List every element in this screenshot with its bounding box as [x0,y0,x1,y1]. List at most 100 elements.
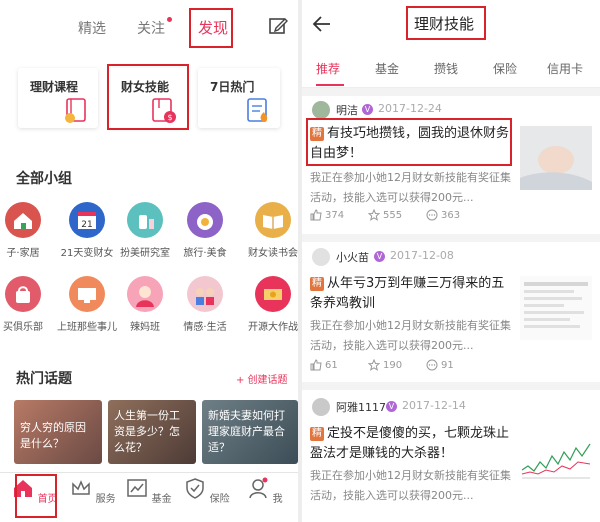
topic-card[interactable]: 人生第一份工资是多少？怎么花？ [108,400,196,464]
username[interactable]: 阿雅1117 [336,399,386,415]
username[interactable]: 明洁 [336,102,358,118]
shopping-bag-icon [5,276,41,312]
post-thumbnail[interactable] [520,276,592,340]
person-icon [249,477,268,499]
highlight-box [189,8,233,48]
post-desc: 我正在参加小她12月财女新技能有奖征集活动，技能入选可以获得200元... [310,171,511,204]
avatar[interactable] [312,101,330,119]
nav-insurance[interactable]: 保险 [182,477,232,505]
post-title[interactable]: 精定投不是傻傻的买，七颗龙珠止盈法才是赚钱的大杀器！ [310,424,510,464]
new-dot [167,17,172,22]
chart-icon [127,479,148,497]
nav-label: 保险 [209,494,230,505]
topic-text: 穷人穷的原因是什么？ [20,421,86,450]
create-topic-link[interactable]: + 创建话题 [236,371,288,386]
mom-icon [127,276,163,312]
nav-fund[interactable]: 基金 [124,477,174,505]
group-item[interactable]: 情感·生活 [170,276,240,333]
comment-count[interactable]: 363 [426,209,460,221]
group-item[interactable]: 买俱乐部 [0,276,58,333]
verified-icon: V [362,104,373,115]
group-name: 旅行·美食 [183,248,227,259]
top-tabs: 精选 关注 发现 [0,0,298,56]
favorite-count[interactable]: 555 [367,208,402,221]
thumb-up-icon [310,359,322,371]
username[interactable]: 小火苗 [336,249,369,265]
tab-following[interactable]: 关注 [137,18,165,38]
featured-badge: 精 [310,427,324,441]
svg-text:21: 21 [81,220,92,230]
tab-insurance[interactable]: 保险 [493,60,517,77]
header: 理财技能 [302,0,600,50]
calendar-icon: 21 [69,202,105,238]
groups-title: 全部小组 [16,171,72,187]
group-item[interactable]: 财女读书会 [238,202,298,259]
post-card[interactable]: 阿雅1117 V 2017-12-14 精定投不是傻傻的买，七颗龙珠止盈法才是赚… [302,392,600,522]
separator [302,382,600,390]
separator [302,88,600,96]
comment-count[interactable]: 91 [426,359,454,371]
group-name: 情感·生活 [183,322,227,333]
nav-service[interactable]: 服务 [68,477,118,505]
separator [302,234,600,242]
post-card[interactable]: 明洁 V 2017-12-24 精有技巧地攒钱，圆我的退休财务自由梦！ 我正在参… [302,96,600,234]
post-date: 2017-12-08 [390,249,454,262]
food-icon [187,202,223,238]
avatar[interactable] [312,398,330,416]
post-date: 2017-12-14 [402,399,466,412]
group-item[interactable]: 子·家居 [0,202,58,259]
book-icon [255,202,291,238]
post-title-text: 从年亏3万到年赚三万得来的五条养鸡教训 [310,276,505,311]
post-title[interactable]: 精从年亏3万到年赚三万得来的五条养鸡教训 [310,274,510,314]
nav-label: 服务 [95,494,116,505]
tab-fund[interactable]: 基金 [375,60,399,77]
nav-label: 基金 [151,494,172,505]
group-item[interactable]: 开源大作战 [238,276,298,333]
hot-list-icon [247,98,268,122]
star-icon [367,358,381,371]
like-count[interactable]: 374 [310,209,344,221]
post-date: 2017-12-24 [378,102,442,115]
nav-me[interactable]: 我 [240,477,290,505]
group-name: 财女读书会 [248,248,298,259]
thumb-up-icon [310,209,322,221]
topic-text: 新婚夫妻如何打理家庭财产最合适？ [208,409,285,454]
tab-saving[interactable]: 攒钱 [434,60,458,77]
skill-list-screen: 理财技能 推荐 基金 攒钱 保险 信用卡 明洁 V 2017-12-24 精有技… [302,0,600,522]
comment-icon [426,359,438,371]
discover-screen: 精选 关注 发现 理财课程 财女技能 $ 7日热门 全部小组 子·家居 21 2… [0,0,298,522]
nav-label: 我 [272,494,283,505]
verified-icon: V [386,401,397,412]
umbrella-icon [186,478,205,499]
home-icon [5,202,41,238]
category-card-hot[interactable]: 7日热门 [198,68,280,128]
category-card-course[interactable]: 理财课程 [18,68,98,128]
edit-icon[interactable] [268,16,288,36]
post-card[interactable]: 小火苗 V 2017-12-08 精从年亏3万到年赚三万得来的五条养鸡教训 我正… [302,244,600,382]
category-label: 理财课程 [30,80,79,94]
featured-badge: 精 [310,277,324,291]
group-item[interactable]: 旅行·美食 [170,202,240,259]
comment-icon [426,209,438,221]
category-label: 7日热门 [210,80,255,94]
topic-card[interactable]: 穷人穷的原因是什么？ [14,400,102,464]
tab-recommend[interactable]: 推荐 [316,60,340,77]
tab-selected[interactable]: 精选 [78,18,106,38]
cosmetics-icon [127,202,163,238]
topic-card[interactable]: 新婚夫妻如何打理家庭财产最合适？ [202,400,298,464]
verified-icon: V [374,251,385,262]
highlight-box [406,6,486,40]
post-title-text: 定投不是傻傻的买，七颗龙珠止盈法才是赚钱的大杀器！ [310,426,510,461]
back-arrow-icon[interactable] [312,14,332,34]
post-thumbnail[interactable] [520,126,592,190]
post-thumbnail[interactable] [520,426,592,490]
favorite-count[interactable]: 190 [367,358,402,371]
post-desc: 我正在参加小她12月财女新技能有奖征集活动，技能入选可以获得200元... [310,469,511,502]
tab-credit-card[interactable]: 信用卡 [547,60,583,77]
like-count[interactable]: 61 [310,359,338,371]
avatar[interactable] [312,248,330,266]
group-name: 子·家居 [6,248,40,259]
couple-icon [187,276,223,312]
office-icon [69,276,105,312]
group-name: 买俱乐部 [3,322,43,333]
